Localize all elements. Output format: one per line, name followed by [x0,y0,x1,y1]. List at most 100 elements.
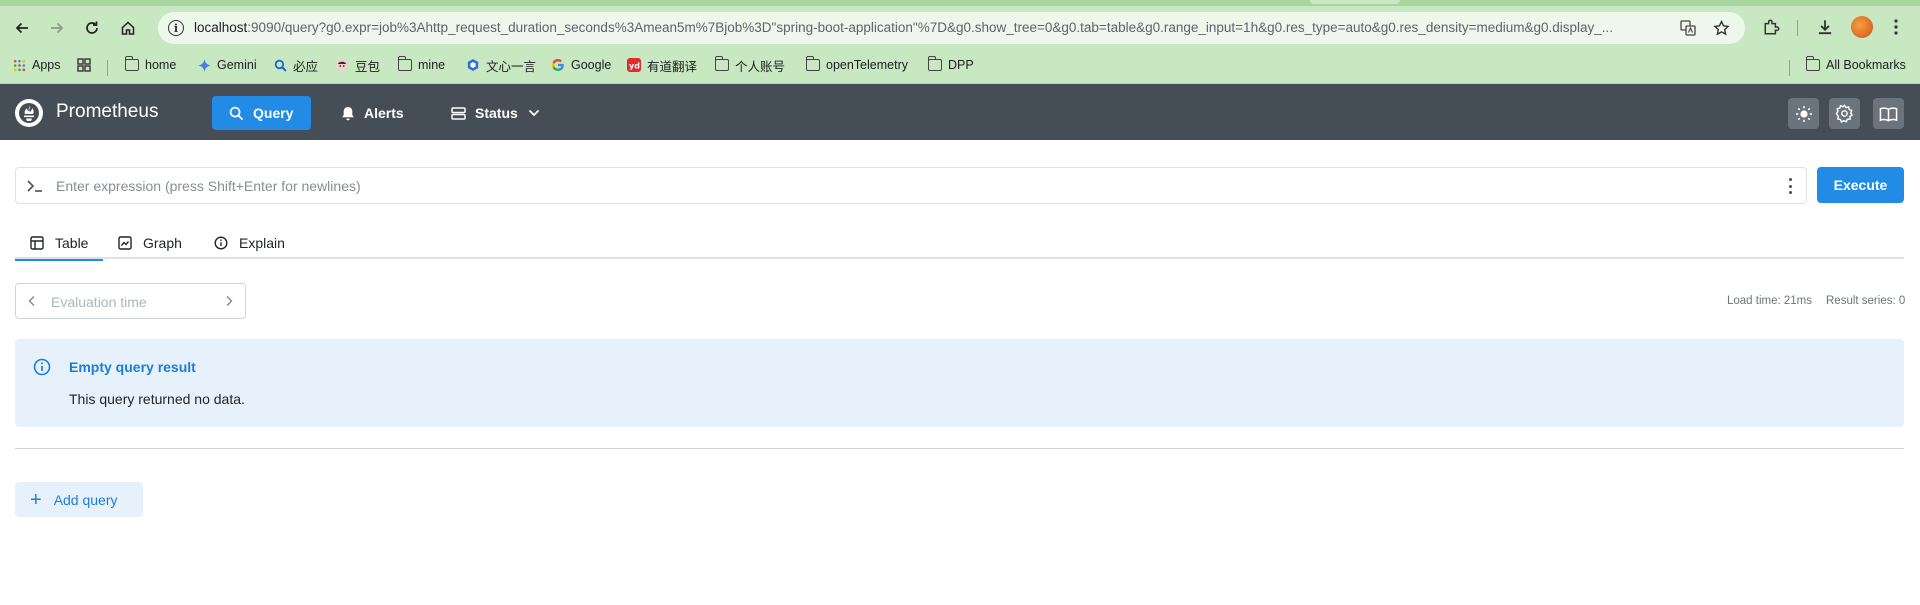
toolbar-divider [1797,20,1798,36]
tab-groups-icon [77,58,91,72]
url-host: localhost [194,20,248,35]
bookmark-dpp[interactable]: DPP [927,55,974,75]
expression-input-box[interactable] [15,167,1807,204]
alert-title: Empty query result [69,359,196,375]
tab-table-label: Table [55,234,89,251]
tab-graph-label: Graph [143,234,182,251]
nav-status-dropdown[interactable]: Status [451,96,540,130]
bookmark-youdao[interactable]: yd 有道翻译 [627,55,697,75]
reload-button[interactable] [78,14,106,42]
tab-strip-highlight [1310,0,1400,4]
bookmark-opentelemetry[interactable]: openTelemetry [805,55,908,75]
prometheus-header: Prometheus Query Alerts Status [0,84,1920,140]
add-query-label: Add query [53,491,118,508]
google-icon [551,58,565,72]
bookmark-gemini[interactable]: Gemini [197,55,257,75]
back-button[interactable] [8,14,36,42]
settings-button[interactable] [1829,98,1860,129]
menu-kebab-icon[interactable] [1885,16,1907,38]
folder-icon [1805,56,1820,72]
tab-explain[interactable]: Explain [199,226,300,259]
bell-icon [342,106,354,120]
translate-icon[interactable] [1679,19,1697,37]
bookmark-personal-accounts[interactable]: 个人账号 [714,55,786,75]
chevron-right-icon[interactable] [225,295,233,307]
result-series-count: Result series: 0 [1826,295,1906,307]
tab-graph[interactable]: Graph [103,226,197,259]
tab-table[interactable]: Table [15,226,104,261]
bookmark-label: 个人账号 [735,59,786,74]
bookmark-divider [1789,60,1790,76]
sun-icon [1795,105,1812,122]
nav-alerts-button[interactable]: Alerts [341,96,404,130]
chevron-left-icon[interactable] [28,295,36,307]
arrow-right-icon [51,22,64,34]
site-info-icon[interactable]: i [168,20,184,36]
docs-button[interactable] [1873,98,1904,129]
alert-message: This query returned no data. [69,391,245,407]
bookmark-label: 豆包 [355,59,381,74]
bookmark-google[interactable]: Google [551,55,611,75]
theme-toggle-button[interactable] [1788,98,1819,129]
server-icon [451,106,466,120]
evaluation-time-input[interactable]: Evaluation time [51,294,147,310]
bookmark-label: Google [571,58,612,72]
avatar [1851,16,1873,38]
bookmark-label: openTelemetry [826,58,908,72]
url-text[interactable]: localhost:9090/query?g0.expr=job%3Ahttp_… [194,20,1664,35]
gear-icon [1835,104,1854,123]
all-bookmarks-button[interactable]: All Bookmarks [1805,55,1906,75]
folder-icon [927,56,942,72]
bookmark-mine[interactable]: mine [397,55,445,75]
load-time: Load time: 21ms [1727,295,1813,307]
prometheus-logo-icon[interactable] [15,99,43,127]
address-bar[interactable]: i localhost:9090/query?g0.expr=job%3Ahtt… [158,12,1745,44]
execute-button[interactable]: Execute [1817,167,1904,203]
bookmark-label: DPP [948,58,974,72]
bookmark-apps[interactable]: Apps [12,55,61,75]
forward-button[interactable] [43,14,71,42]
home-button[interactable] [114,14,142,42]
youdao-icon: yd [627,58,641,72]
home-icon [121,21,135,35]
bookmark-tab-groups[interactable] [77,55,97,75]
add-query-button[interactable]: + Add query [15,482,143,517]
nav-alerts-label: Alerts [364,105,404,121]
brand-title[interactable]: Prometheus [56,101,158,123]
folder-icon [124,56,139,72]
bookmark-bing[interactable]: 必应 [273,55,318,75]
nav-query-button[interactable]: Query [212,96,311,130]
browser-toolbar: i localhost:9090/query?g0.expr=job%3Ahtt… [0,6,1920,46]
info-icon [33,358,51,376]
table-icon [30,235,44,250]
bookmark-label: Apps [32,58,61,72]
download-icon[interactable] [1814,16,1836,38]
extensions-icon[interactable] [1761,16,1783,38]
bookmark-divider [107,60,108,76]
svg-text:yd: yd [629,62,640,71]
bookmark-label: 有道翻译 [647,59,698,74]
expression-options-icon[interactable] [1788,178,1792,194]
doubao-icon [335,58,349,72]
all-bookmarks-label: All Bookmarks [1826,58,1906,72]
bookmark-home[interactable]: home [124,55,176,75]
expression-input[interactable] [56,174,1756,198]
graph-icon [118,235,132,250]
evaluation-time-picker[interactable]: Evaluation time [15,283,246,319]
bookmark-label: Gemini [217,58,257,72]
bookmarks-bar: Apps home Gemini 必应 豆包 mine 文心一言 Google … [0,46,1920,84]
url-path: :9090/query?g0.expr=job%3Ahttp_request_d… [247,20,1614,35]
nav-query-label: Query [253,105,294,121]
arrow-left-icon [15,22,28,34]
bookmark-wenxin[interactable]: 文心一言 [466,55,536,75]
reload-icon [86,21,98,34]
book-icon [1879,106,1898,121]
star-icon[interactable] [1712,19,1730,37]
empty-result-alert: Empty query result This query returned n… [15,339,1904,427]
bookmark-doubao[interactable]: 豆包 [335,55,380,75]
gemini-icon [197,58,211,72]
panel-divider [15,448,1904,449]
apps-grid-icon [12,58,26,72]
profile-avatar[interactable] [1851,16,1873,38]
search-icon [229,106,244,120]
